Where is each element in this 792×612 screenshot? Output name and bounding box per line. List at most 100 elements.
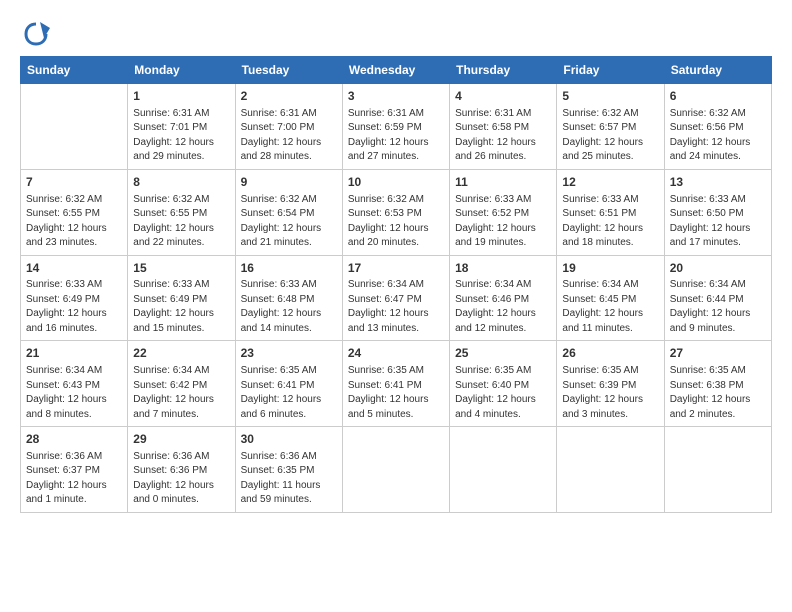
day-number: 10 xyxy=(348,174,444,191)
day-number: 1 xyxy=(133,88,229,105)
day-info: Sunrise: 6:32 AMSunset: 6:53 PMDaylight:… xyxy=(348,193,444,251)
week-row-3: 14Sunrise: 6:33 AMSunset: 6:49 PMDayligh… xyxy=(21,255,772,341)
day-info: Sunrise: 6:33 AMSunset: 6:52 PMDaylight:… xyxy=(455,193,551,251)
calendar-cell: 16Sunrise: 6:33 AMSunset: 6:48 PMDayligh… xyxy=(235,255,342,341)
day-number: 28 xyxy=(26,431,122,448)
day-number: 23 xyxy=(241,345,337,362)
day-header-saturday: Saturday xyxy=(664,57,771,84)
calendar-cell: 13Sunrise: 6:33 AMSunset: 6:50 PMDayligh… xyxy=(664,169,771,255)
day-info: Sunrise: 6:36 AMSunset: 6:35 PMDaylight:… xyxy=(241,450,337,508)
day-header-sunday: Sunday xyxy=(21,57,128,84)
day-number: 29 xyxy=(133,431,229,448)
calendar-cell: 1 Sunrise: 6:31 AMSunset: 7:01 PMDaylight… xyxy=(128,84,235,170)
day-number: 15 xyxy=(133,260,229,277)
day-info: Sunrise: 6:31 AMSunset: 7:01 PMDaylight:… xyxy=(133,107,229,165)
day-info: Sunrise: 6:36 AMSunset: 6:37 PMDaylight:… xyxy=(26,450,122,508)
calendar-cell xyxy=(557,427,664,513)
calendar-cell: 11Sunrise: 6:33 AMSunset: 6:52 PMDayligh… xyxy=(450,169,557,255)
logo-icon xyxy=(22,20,50,48)
day-info: Sunrise: 6:32 AMSunset: 6:55 PMDaylight:… xyxy=(133,193,229,251)
day-number: 17 xyxy=(348,260,444,277)
day-number: 25 xyxy=(455,345,551,362)
day-info: Sunrise: 6:33 AMSunset: 6:49 PMDaylight:… xyxy=(26,278,122,336)
calendar-cell: 17Sunrise: 6:34 AMSunset: 6:47 PMDayligh… xyxy=(342,255,449,341)
calendar-cell: 2 Sunrise: 6:31 AMSunset: 7:00 PMDaylight… xyxy=(235,84,342,170)
day-info: Sunrise: 6:34 AMSunset: 6:43 PMDaylight:… xyxy=(26,364,122,422)
calendar-cell xyxy=(342,427,449,513)
day-info: Sunrise: 6:31 AMSunset: 6:58 PMDaylight:… xyxy=(455,107,551,165)
day-number: 6 xyxy=(670,88,766,105)
day-info: Sunrise: 6:34 AMSunset: 6:47 PMDaylight:… xyxy=(348,278,444,336)
day-info: Sunrise: 6:32 AMSunset: 6:55 PMDaylight:… xyxy=(26,193,122,251)
week-row-4: 21 Sunrise: 6:34 AMSunset: 6:43 PMDayligh… xyxy=(21,341,772,427)
calendar-cell: 12 Sunrise: 6:33 AMSunset: 6:51 PMDayligh… xyxy=(557,169,664,255)
day-info: Sunrise: 6:31 AMSunset: 7:00 PMDaylight:… xyxy=(241,107,337,165)
day-header-wednesday: Wednesday xyxy=(342,57,449,84)
calendar-cell: 22 Sunrise: 6:34 AMSunset: 6:42 PMDayligh… xyxy=(128,341,235,427)
day-number: 14 xyxy=(26,260,122,277)
day-info: Sunrise: 6:33 AMSunset: 6:49 PMDaylight:… xyxy=(133,278,229,336)
calendar-cell: 23 Sunrise: 6:35 AMSunset: 6:41 PMDayligh… xyxy=(235,341,342,427)
day-header-thursday: Thursday xyxy=(450,57,557,84)
day-number: 20 xyxy=(670,260,766,277)
day-number: 8 xyxy=(133,174,229,191)
day-info: Sunrise: 6:34 AMSunset: 6:42 PMDaylight:… xyxy=(133,364,229,422)
calendar-cell: 27 Sunrise: 6:35 AMSunset: 6:38 PMDayligh… xyxy=(664,341,771,427)
day-info: Sunrise: 6:35 AMSunset: 6:40 PMDaylight:… xyxy=(455,364,551,422)
calendar-cell: 29 Sunrise: 6:36 AMSunset: 6:36 PMDayligh… xyxy=(128,427,235,513)
day-header-friday: Friday xyxy=(557,57,664,84)
week-row-1: 1 Sunrise: 6:31 AMSunset: 7:01 PMDaylight… xyxy=(21,84,772,170)
day-info: Sunrise: 6:33 AMSunset: 6:51 PMDaylight:… xyxy=(562,193,658,251)
calendar-cell: 18Sunrise: 6:34 AMSunset: 6:46 PMDayligh… xyxy=(450,255,557,341)
day-number: 22 xyxy=(133,345,229,362)
day-number: 16 xyxy=(241,260,337,277)
calendar-cell: 4 Sunrise: 6:31 AMSunset: 6:58 PMDaylight… xyxy=(450,84,557,170)
day-info: Sunrise: 6:33 AMSunset: 6:50 PMDaylight:… xyxy=(670,193,766,251)
calendar-cell: 19Sunrise: 6:34 AMSunset: 6:45 PMDayligh… xyxy=(557,255,664,341)
day-number: 5 xyxy=(562,88,658,105)
week-row-2: 7 Sunrise: 6:32 AMSunset: 6:55 PMDaylight… xyxy=(21,169,772,255)
calendar-cell: 30 Sunrise: 6:36 AMSunset: 6:35 PMDayligh… xyxy=(235,427,342,513)
calendar-cell: 10 Sunrise: 6:32 AMSunset: 6:53 PMDayligh… xyxy=(342,169,449,255)
calendar-cell: 24Sunrise: 6:35 AMSunset: 6:41 PMDayligh… xyxy=(342,341,449,427)
day-header-monday: Monday xyxy=(128,57,235,84)
calendar-cell: 15Sunrise: 6:33 AMSunset: 6:49 PMDayligh… xyxy=(128,255,235,341)
calendar-cell: 25 Sunrise: 6:35 AMSunset: 6:40 PMDayligh… xyxy=(450,341,557,427)
day-info: Sunrise: 6:31 AMSunset: 6:59 PMDaylight:… xyxy=(348,107,444,165)
day-info: Sunrise: 6:32 AMSunset: 6:57 PMDaylight:… xyxy=(562,107,658,165)
calendar-cell: 3 Sunrise: 6:31 AMSunset: 6:59 PMDaylight… xyxy=(342,84,449,170)
calendar-cell xyxy=(21,84,128,170)
day-info: Sunrise: 6:34 AMSunset: 6:45 PMDaylight:… xyxy=(562,278,658,336)
day-number: 21 xyxy=(26,345,122,362)
day-info: Sunrise: 6:34 AMSunset: 6:46 PMDaylight:… xyxy=(455,278,551,336)
day-number: 3 xyxy=(348,88,444,105)
day-number: 12 xyxy=(562,174,658,191)
day-number: 4 xyxy=(455,88,551,105)
calendar-cell: 9Sunrise: 6:32 AMSunset: 6:54 PMDaylight… xyxy=(235,169,342,255)
day-info: Sunrise: 6:36 AMSunset: 6:36 PMDaylight:… xyxy=(133,450,229,508)
calendar-cell: 7 Sunrise: 6:32 AMSunset: 6:55 PMDaylight… xyxy=(21,169,128,255)
calendar-table: SundayMondayTuesdayWednesdayThursdayFrid… xyxy=(20,56,772,513)
day-info: Sunrise: 6:35 AMSunset: 6:41 PMDaylight:… xyxy=(348,364,444,422)
day-number: 9 xyxy=(241,174,337,191)
day-number: 2 xyxy=(241,88,337,105)
day-info: Sunrise: 6:35 AMSunset: 6:41 PMDaylight:… xyxy=(241,364,337,422)
calendar-cell: 14Sunrise: 6:33 AMSunset: 6:49 PMDayligh… xyxy=(21,255,128,341)
day-info: Sunrise: 6:35 AMSunset: 6:38 PMDaylight:… xyxy=(670,364,766,422)
day-number: 27 xyxy=(670,345,766,362)
day-number: 7 xyxy=(26,174,122,191)
calendar-cell: 8 Sunrise: 6:32 AMSunset: 6:55 PMDaylight… xyxy=(128,169,235,255)
week-row-5: 28 Sunrise: 6:36 AMSunset: 6:37 PMDayligh… xyxy=(21,427,772,513)
calendar-cell: 20Sunrise: 6:34 AMSunset: 6:44 PMDayligh… xyxy=(664,255,771,341)
calendar-cell: 5 Sunrise: 6:32 AMSunset: 6:57 PMDaylight… xyxy=(557,84,664,170)
day-number: 18 xyxy=(455,260,551,277)
calendar-cell xyxy=(450,427,557,513)
calendar-cell xyxy=(664,427,771,513)
calendar-cell: 28 Sunrise: 6:36 AMSunset: 6:37 PMDayligh… xyxy=(21,427,128,513)
logo xyxy=(20,20,54,48)
calendar-cell: 21 Sunrise: 6:34 AMSunset: 6:43 PMDayligh… xyxy=(21,341,128,427)
day-number: 30 xyxy=(241,431,337,448)
day-info: Sunrise: 6:32 AMSunset: 6:56 PMDaylight:… xyxy=(670,107,766,165)
day-info: Sunrise: 6:33 AMSunset: 6:48 PMDaylight:… xyxy=(241,278,337,336)
day-number: 26 xyxy=(562,345,658,362)
